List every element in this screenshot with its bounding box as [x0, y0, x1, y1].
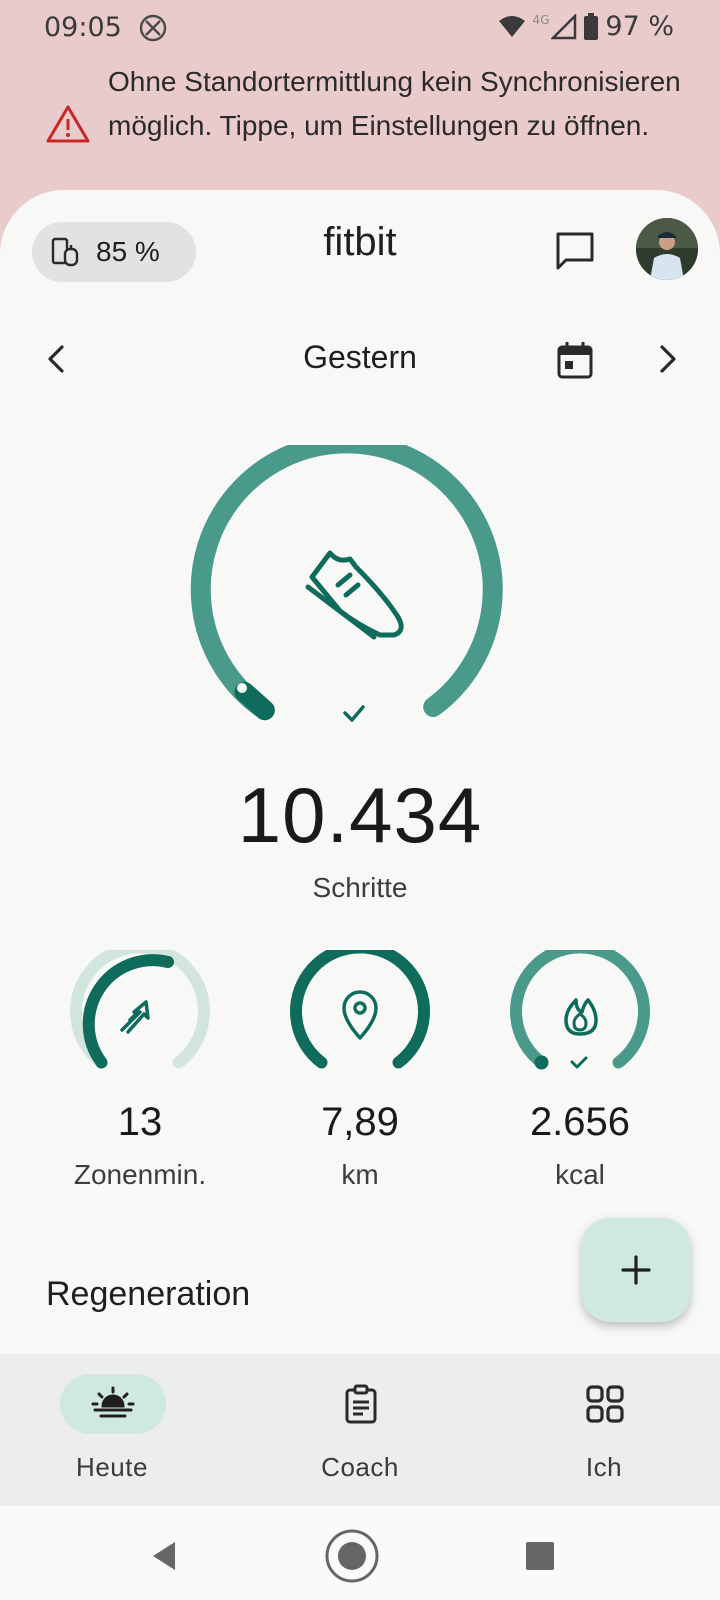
nav-label-ich: Ich	[585, 1452, 623, 1482]
system-recents-button[interactable]	[510, 1526, 570, 1586]
battery-percent: 97 %	[605, 11, 674, 42]
goal-check-icon	[343, 705, 365, 722]
device-battery-value: 85 %	[96, 236, 160, 267]
nav-pill-ich	[552, 1374, 658, 1434]
sunrise-icon	[91, 1386, 135, 1418]
date-navigation: Gestern	[0, 325, 720, 395]
steps-ring-end-dot	[237, 683, 247, 693]
nav-label-coach: Coach	[321, 1452, 399, 1482]
warning-triangle-icon	[46, 105, 90, 143]
distance-value: 7,89	[321, 1100, 399, 1144]
zone-minutes-ring	[70, 950, 210, 1069]
message-icon[interactable]	[552, 228, 598, 274]
zone-minutes-label: Zonenmin.	[73, 1159, 207, 1190]
system-navigation-bar	[0, 1506, 720, 1600]
distance-ring	[290, 950, 430, 1069]
steps-ring-end-cap	[234, 681, 275, 721]
steps-label: Schritte	[312, 872, 408, 903]
nav-item-ich[interactable]: Ich	[504, 1374, 704, 1494]
wifi-icon	[499, 15, 526, 37]
shoe-icon	[305, 550, 404, 640]
bottom-navigation: Heute Coach Ich	[0, 1354, 720, 1506]
do-not-disturb-icon	[139, 14, 167, 42]
flame-icon	[564, 998, 598, 1036]
distance-label: km	[341, 1159, 379, 1190]
system-home-button[interactable]	[322, 1526, 382, 1586]
nav-label-heute: Heute	[76, 1452, 148, 1482]
nav-item-coach[interactable]: Coach	[260, 1374, 460, 1494]
system-back-button[interactable]	[134, 1526, 194, 1586]
metric-zone-minutes[interactable]: 13 Zonenmin.	[30, 950, 250, 1191]
calories-value: 2.656	[529, 1100, 631, 1144]
home-circle-icon	[325, 1529, 379, 1583]
calendar-icon[interactable]	[554, 339, 596, 381]
alert-text: Ohne Standortermittlung kein Synchronisi…	[108, 66, 681, 141]
status-bar: 09:05 4G 97 %	[0, 0, 720, 56]
date-label: Gestern	[303, 339, 417, 375]
status-indicators: 4G 97 %	[498, 11, 674, 42]
grid-icon	[586, 1385, 624, 1423]
nav-pill-coach	[308, 1374, 414, 1434]
section-title-regeneration: Regeneration	[46, 1275, 251, 1313]
back-triangle-icon	[153, 1542, 175, 1570]
metric-distance[interactable]: 7,89 km	[250, 950, 470, 1191]
avatar-image	[636, 218, 698, 280]
calories-label: kcal	[555, 1159, 605, 1190]
signal-icon	[551, 13, 577, 39]
steps-value: 10.434	[237, 771, 483, 859]
network-type: 4G	[532, 12, 550, 27]
today-panel: 85 % fitbit Gestern 10.434 Schritte 13 Z…	[0, 190, 720, 1340]
calories-ring	[510, 950, 650, 1070]
avatar[interactable]	[636, 218, 698, 280]
add-button[interactable]	[582, 1218, 690, 1322]
metric-calories[interactable]: 2.656 kcal	[470, 950, 690, 1191]
zone-arrows-icon	[120, 1000, 150, 1034]
location-pin-icon	[342, 990, 378, 1040]
device-sync-icon	[51, 237, 79, 267]
battery-icon	[584, 12, 599, 40]
steps-progress-ring[interactable]	[190, 445, 530, 745]
nav-item-heute[interactable]: Heute	[12, 1374, 212, 1494]
device-battery-chip[interactable]: 85 %	[32, 222, 196, 282]
chevron-left-icon[interactable]	[38, 337, 74, 381]
recents-square-icon	[526, 1542, 554, 1570]
chevron-right-icon[interactable]	[650, 337, 686, 381]
calories-check-icon	[570, 1056, 588, 1069]
status-time: 09:05	[44, 12, 122, 43]
nav-pill-heute	[60, 1374, 166, 1434]
zone-minutes-value: 13	[117, 1100, 163, 1144]
plus-icon	[621, 1255, 651, 1285]
clipboard-icon	[345, 1384, 377, 1424]
